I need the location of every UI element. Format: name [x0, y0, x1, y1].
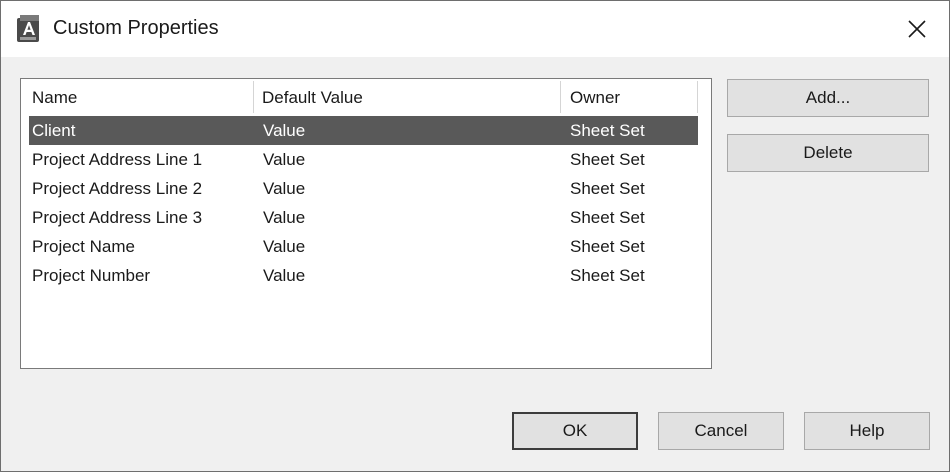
custom-properties-list[interactable]: Name Default Value Owner Client Value Sh… [20, 78, 712, 369]
cell-name: Client [32, 121, 76, 140]
cell-owner: Sheet Set [570, 266, 645, 285]
cell-default-value: Value [263, 266, 306, 285]
column-header-name[interactable]: Name [21, 79, 253, 115]
cell-default-value: Value [263, 121, 306, 140]
cancel-button[interactable]: Cancel [658, 412, 784, 450]
dialog-title: Custom Properties [53, 17, 219, 39]
ok-button[interactable]: OK [512, 412, 638, 450]
help-button[interactable]: Help [804, 412, 930, 450]
custom-properties-dialog: Custom Properties Name Default Value Own… [0, 0, 950, 472]
cell-owner: Sheet Set [570, 121, 645, 140]
delete-button[interactable]: Delete [727, 134, 929, 172]
table-row[interactable]: Project Address Line 2 Value Sheet Set [29, 174, 698, 203]
cell-owner: Sheet Set [570, 237, 645, 256]
close-button[interactable] [901, 13, 933, 45]
close-icon [908, 20, 926, 38]
autocad-app-icon [17, 15, 39, 42]
cell-name: Project Address Line 2 [32, 179, 203, 198]
cell-owner: Sheet Set [570, 179, 645, 198]
cell-owner: Sheet Set [570, 150, 645, 169]
table-row[interactable]: Project Number Value Sheet Set [29, 261, 698, 290]
cell-name: Project Name [32, 237, 135, 256]
table-row[interactable]: Project Name Value Sheet Set [29, 232, 698, 261]
cell-default-value: Value [263, 150, 306, 169]
cell-default-value: Value [263, 208, 306, 227]
cell-name: Project Number [32, 266, 151, 285]
table-row[interactable]: Client Value Sheet Set [29, 116, 698, 145]
cell-name: Project Address Line 3 [32, 208, 203, 227]
cell-owner: Sheet Set [570, 208, 645, 227]
column-header-owner[interactable]: Owner [559, 79, 697, 115]
title-bar: Custom Properties [1, 1, 949, 57]
cell-name: Project Address Line 1 [32, 150, 203, 169]
add-button[interactable]: Add... [727, 79, 929, 117]
table-row[interactable]: Project Address Line 3 Value Sheet Set [29, 203, 698, 232]
column-header-default-value[interactable]: Default Value [251, 79, 559, 115]
list-header: Name Default Value Owner [21, 79, 698, 115]
cell-default-value: Value [263, 237, 306, 256]
column-separator[interactable] [697, 81, 698, 113]
table-row[interactable]: Project Address Line 1 Value Sheet Set [29, 145, 698, 174]
cell-default-value: Value [263, 179, 306, 198]
